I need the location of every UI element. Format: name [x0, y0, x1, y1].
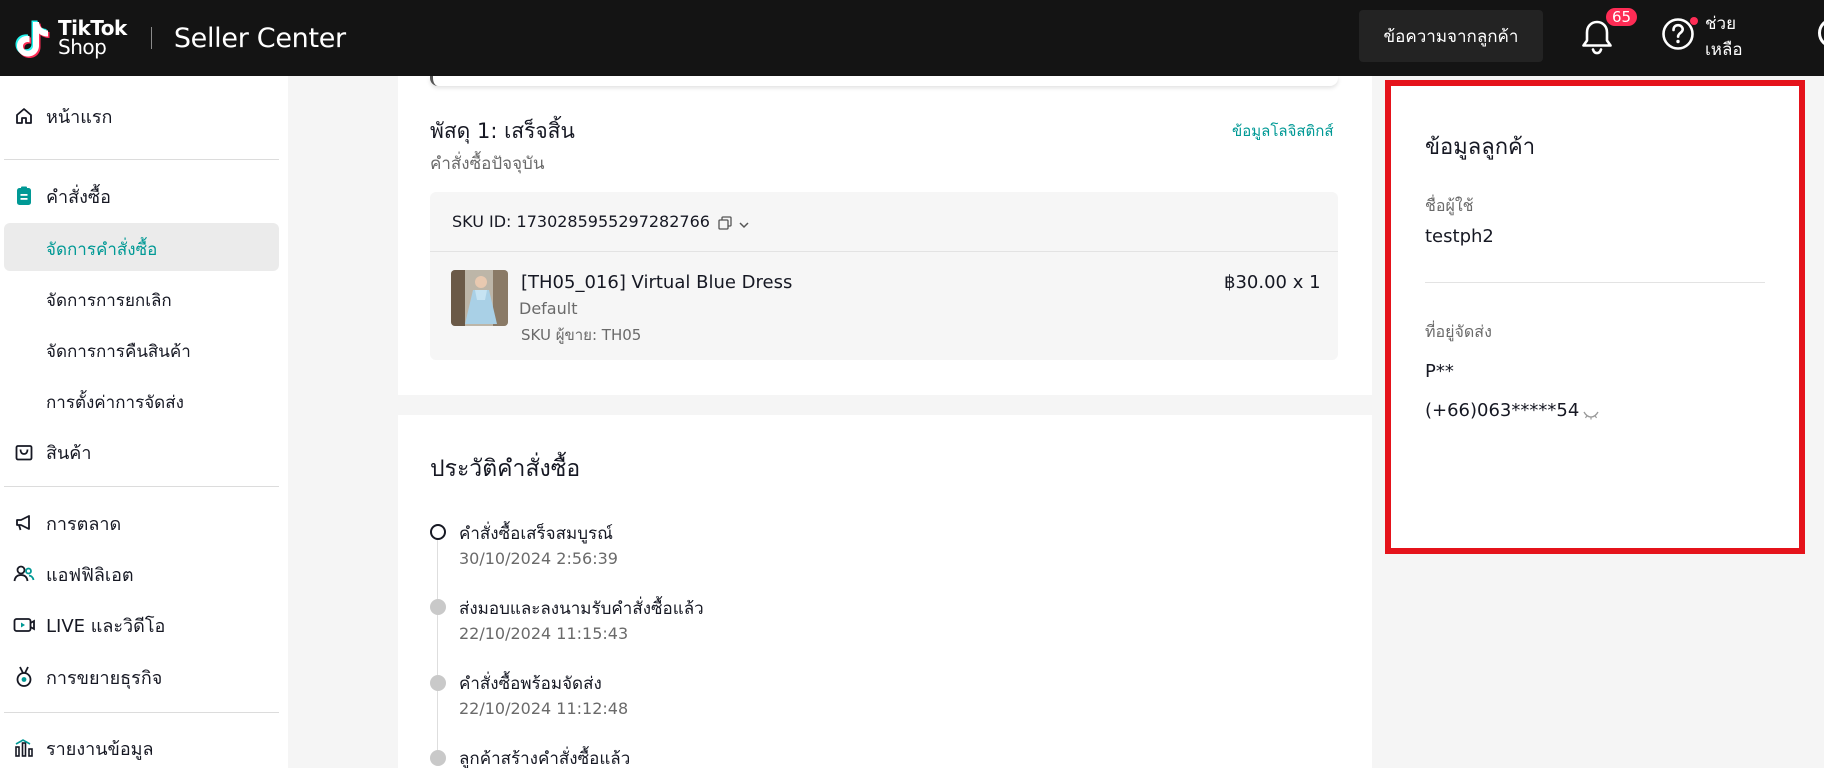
username-label: ชื่อผู้ใช้ — [1425, 196, 1474, 215]
help-label[interactable]: ช่วย เหลือ — [1705, 11, 1743, 63]
sku-divider — [430, 251, 1338, 252]
sidebar-item-label: คำสั่งซื้อ — [46, 186, 111, 208]
recipient-phone: (+66)063*****54 — [1425, 400, 1580, 421]
sidebar-item-label: แอฟฟิลิเอต — [46, 564, 134, 586]
sidebar-item-label: LIVE และวิดีโอ — [46, 615, 166, 637]
product-seller-sku: SKU ผู้ขาย: TH05 — [521, 326, 642, 344]
bar-chart-icon — [12, 736, 36, 760]
sidebar-item-live-video[interactable]: LIVE และวิดีโอ — [0, 612, 288, 638]
sidebar-item-label: การตลาด — [46, 513, 122, 535]
order-history-title: ประวัติคำสั่งซื้อ — [430, 456, 581, 482]
sidebar-item-home[interactable]: หน้าแรก — [0, 103, 288, 129]
timeline-event-title: คำสั่งซื้อพร้อมจัดส่ง — [459, 674, 602, 694]
eye-closed-icon[interactable] — [1583, 405, 1599, 420]
sidebar-item-label: สินค้า — [46, 442, 92, 464]
video-icon — [12, 613, 36, 637]
brand-separator — [150, 27, 152, 49]
megaphone-icon — [12, 511, 36, 535]
username-value: testph2 — [1425, 226, 1494, 247]
recipient-name: P** — [1425, 361, 1454, 382]
sidebar-divider — [4, 159, 279, 160]
app-title: Seller Center — [173, 22, 346, 54]
collapsed-section-edge — [430, 76, 1338, 86]
logistics-info-link[interactable]: ข้อมูลโลจิสติกส์ — [1232, 119, 1334, 143]
sidebar-item-data-reports[interactable]: รายงานข้อมูล — [0, 735, 288, 761]
people-icon — [12, 562, 36, 586]
customer-messages-button[interactable]: ข้อความจากลูกค้า — [1359, 10, 1543, 62]
tiktok-logo-icon — [14, 18, 50, 58]
package-title: พัสดุ 1: เสร็จสิ้น — [430, 119, 575, 143]
sidebar-divider — [4, 486, 279, 487]
top-header: TikTok Shop Seller Center ข้อความจากลูกค… — [0, 0, 1824, 76]
sidebar-item-products[interactable]: สินค้า — [0, 439, 288, 465]
timeline-event-time: 30/10/2024 2:56:39 — [459, 549, 618, 568]
avatar[interactable] — [1818, 18, 1824, 48]
sku-id-row: SKU ID: 1730285955297282766 — [452, 212, 750, 231]
brand-text: TikTok Shop — [58, 18, 127, 59]
timeline-event-title: ส่งมอบและลงนามรับคำสั่งซื้อแล้ว — [459, 599, 704, 619]
help-alert-dot — [1690, 17, 1698, 25]
sku-id-text: SKU ID: 1730285955297282766 — [452, 212, 710, 231]
customer-info-title: ข้อมูลลูกค้า — [1425, 135, 1536, 160]
sidebar-item-manage-returns[interactable]: จัดการการคืนสินค้า — [46, 338, 191, 365]
timeline-event-title: คำสั่งซื้อเสร็จสมบูรณ์ — [459, 524, 613, 544]
copy-icon[interactable] — [718, 215, 732, 230]
product-price-qty: ฿30.00 x 1 — [1224, 272, 1321, 293]
sidebar-item-label: หน้าแรก — [46, 106, 113, 128]
home-icon — [12, 104, 36, 128]
sidebar-item-manage-cancellations[interactable]: จัดการการยกเลิก — [46, 287, 172, 314]
sidebar-item-shipping-settings[interactable]: การตั้งค่าการจัดส่ง — [46, 389, 184, 416]
help-label-line2: เหลือ — [1705, 40, 1743, 60]
timeline-event-time: 22/10/2024 11:12:48 — [459, 699, 629, 718]
product-variant: Default — [519, 299, 578, 318]
sidebar-item-affiliate[interactable]: แอฟฟิลิเอต — [0, 561, 288, 587]
help-label-line1: ช่วย — [1705, 14, 1737, 34]
timeline-dot-current — [430, 524, 446, 540]
product-name[interactable]: [TH05_016] Virtual Blue Dress — [521, 272, 792, 293]
shipping-address-label: ที่อยู่จัดส่ง — [1425, 322, 1492, 341]
medal-icon — [12, 665, 36, 689]
timeline-dot — [430, 675, 446, 691]
sidebar-divider — [4, 712, 279, 713]
sidebar-item-manage-orders[interactable]: จัดการคำสั่งซื้อ — [46, 236, 157, 263]
chevron-down-icon[interactable] — [738, 216, 750, 228]
brand[interactable]: TikTok Shop Seller Center — [14, 18, 346, 58]
timeline-dot — [430, 599, 446, 615]
timeline-line — [437, 540, 438, 760]
sidebar-item-marketing[interactable]: การตลาด — [0, 510, 288, 536]
sidebar: หน้าแรก คำสั่งซื้อ จัดการคำสั่งซื้อ จัดก… — [0, 76, 288, 768]
timeline-event-time: 22/10/2024 11:15:43 — [459, 624, 629, 643]
shopping-bag-icon — [12, 440, 36, 464]
clipboard-icon — [12, 184, 36, 208]
package-subtitle: คำสั่งซื้อปัจจุบัน — [430, 154, 545, 174]
sidebar-item-growth[interactable]: การขยายธุรกิจ — [0, 664, 288, 690]
sidebar-item-label: การขยายธุรกิจ — [46, 667, 163, 689]
sidebar-item-label: รายงานข้อมูล — [46, 738, 154, 760]
sidebar-item-orders[interactable]: คำสั่งซื้อ — [0, 183, 288, 209]
customer-divider — [1425, 282, 1765, 283]
timeline-event-title: ลูกค้าสร้างคำสั่งซื้อแล้ว — [459, 749, 631, 768]
timeline-dot — [430, 750, 446, 766]
brand-line-shop: Shop — [58, 35, 107, 59]
notification-count-badge: 65 — [1604, 6, 1640, 28]
product-thumbnail[interactable] — [451, 270, 508, 326]
